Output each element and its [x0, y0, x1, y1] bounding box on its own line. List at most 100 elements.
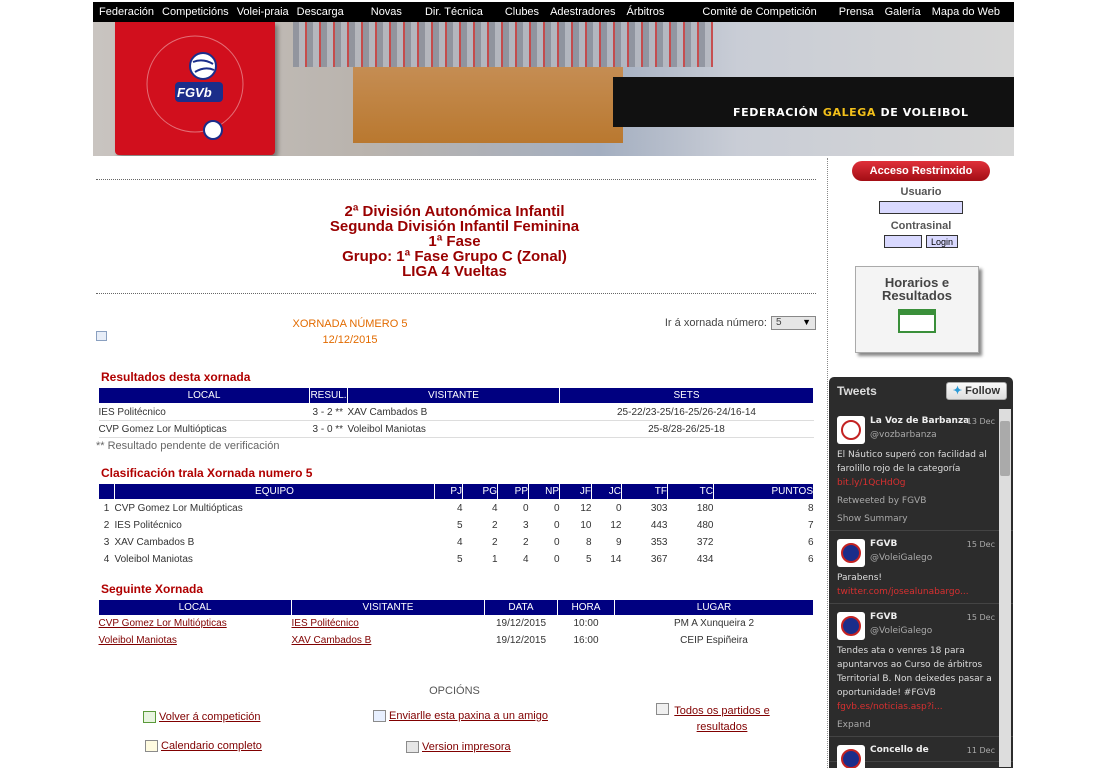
tweet-date[interactable]: 15 Dec [967, 538, 995, 552]
round-jump: Ir á xornada número: 5 ▼ [665, 316, 816, 330]
cell: 303 [650, 502, 668, 514]
cell-visitor: Voleibol Maniotas [347, 420, 560, 438]
team-link[interactable]: XAV Cambados B [292, 635, 372, 646]
tweet-handle[interactable]: @VoleiGalego [870, 551, 997, 565]
avatar[interactable] [837, 612, 865, 640]
schedules-results-button[interactable]: Horarios e Resultados [855, 266, 979, 353]
team-link[interactable]: Voleibol Maniotas [99, 635, 177, 646]
full-calendar[interactable]: Calendario completo [145, 740, 262, 752]
nav-item[interactable]: Árbitros [627, 6, 665, 18]
tweet-action[interactable]: Expand [837, 718, 997, 732]
team-link[interactable]: CVP Gomez Lor Multiópticas [99, 618, 227, 629]
nav-item[interactable]: Federación [99, 6, 154, 18]
banner-title-pre: FEDERACIÓN [733, 106, 819, 119]
cell: 2 [522, 536, 529, 548]
nav-item[interactable]: Galería [885, 6, 921, 18]
login-button[interactable]: Login [925, 235, 959, 248]
avatar[interactable] [837, 416, 865, 444]
cell-local: CVP Gomez Lor Multiópticas [98, 420, 310, 438]
round-info: XORNADA NÚMERO 5 12/12/2015 Ir á xornada… [93, 316, 816, 356]
password-input[interactable] [883, 235, 922, 248]
avatar[interactable] [837, 539, 865, 567]
tweet[interactable]: FGVB @VoleiGalego 15 Dec Parabens! twitter.c… [829, 531, 1013, 604]
tweet-handle[interactable]: @vozbarbanza [870, 428, 997, 442]
twitter-widget: Tweets ✦ Follow La Voz de Barbanza @vozba… [829, 377, 1013, 768]
heading-line: Segunda División Infantil Feminina [329, 218, 580, 235]
cell: CVP Gomez Lor Multiópticas [114, 502, 243, 514]
col-standings: PJ [434, 483, 463, 500]
chevron-down-icon[interactable]: ▼ [802, 317, 811, 327]
cell: 0 [522, 502, 529, 514]
nav-item[interactable]: Competicións [162, 6, 229, 18]
cell: 3 [522, 519, 529, 531]
cell-local: Voleibol Maniotas [99, 632, 292, 649]
col-standings: PG [462, 483, 498, 500]
all-matches-link[interactable]: Todos os partidos e resultados [672, 703, 772, 735]
cell-local: IES Politécnico [98, 403, 310, 421]
calendar-icon[interactable] [96, 331, 107, 341]
options-panel: OPCIÓNS Volver á competición Enviarlle e… [93, 685, 816, 753]
nav-item[interactable]: Adestradores [550, 6, 615, 18]
fgvb-logo[interactable]: FGVb [115, 22, 275, 155]
team-link[interactable]: IES Politécnico [292, 618, 359, 629]
nav-item[interactable]: Descarga [297, 6, 344, 18]
follow-label: Follow [965, 385, 1000, 397]
send-link[interactable]: Enviarlle esta paxina a un amigo [389, 710, 548, 722]
nav-item[interactable]: Clubes [505, 6, 539, 18]
tweet[interactable]: FGVB @VoleiGalego 15 Dec Tendes ata o venre… [829, 604, 1013, 737]
tweet-action[interactable]: Show Summary [837, 512, 997, 526]
nav-item[interactable]: Dir. Técnica [425, 6, 483, 18]
col-standings: TF [621, 483, 668, 500]
avatar-logo-icon [841, 543, 861, 563]
cell: 3 [103, 536, 110, 548]
print-version[interactable]: Version impresora [406, 741, 511, 753]
cell: 443 [650, 519, 668, 531]
back-to-competition[interactable]: Volver á competición [143, 711, 261, 723]
tweet-link[interactable]: bit.ly/1QcHdOg [837, 476, 997, 490]
cell: 14 [610, 553, 622, 565]
cell: 8 [807, 502, 814, 514]
feed-scrollbar[interactable] [999, 409, 1011, 767]
table-row: 1 CVP Gomez Lor Multiópticas 4 4 0 0 12 0 303 180… [99, 500, 814, 517]
all-matches[interactable]: Todos os partidos e resultados [656, 703, 772, 735]
username-label: Usuario [900, 186, 942, 198]
tweet-date[interactable]: 11 Dec [967, 744, 995, 758]
tweet-action[interactable]: Retweeted by FGVB [837, 494, 997, 508]
nav-item[interactable]: Comité de Competición [702, 6, 816, 18]
tweet[interactable]: La Voz de Barbanza @vozbarbanza 13 Dec El N… [829, 408, 1013, 531]
cell: 0 [615, 502, 622, 514]
cell: 6 [807, 553, 814, 565]
divider [96, 179, 816, 180]
nav-item[interactable]: Volei-praia [237, 6, 289, 18]
nav-item[interactable]: Novas [371, 6, 402, 18]
cell: 0 [553, 502, 560, 514]
nav-item[interactable]: Mapa do Web [932, 6, 1000, 18]
logo-abbr: FGVb [177, 85, 212, 100]
username-input[interactable] [879, 201, 963, 214]
banner-photo-court [353, 67, 623, 143]
login-box: Acceso Restrinxido Usuario Contrasinal L… [852, 161, 990, 248]
print-link[interactable]: Version impresora [422, 741, 511, 753]
col-standings: NP [528, 483, 560, 500]
heading-line: Grupo: 1ª Fase Grupo C (Zonal) [342, 248, 567, 265]
back-link[interactable]: Volver á competición [159, 711, 261, 723]
cell: 12 [610, 519, 622, 531]
cell-date: 19/12/2015 [495, 618, 547, 630]
tweet-handle[interactable]: @VoleiGalego [870, 624, 997, 638]
cell: 1 [103, 502, 110, 514]
scrollbar-thumb[interactable] [1000, 421, 1010, 476]
send-to-friend[interactable]: Enviarlle esta paxina a un amigo [373, 710, 548, 722]
follow-button[interactable]: ✦ Follow [945, 382, 1007, 400]
tweet-date[interactable]: 13 Dec [967, 415, 995, 429]
round-select[interactable]: 5 ▼ [771, 316, 816, 330]
tweet-link[interactable]: fgvb.es/noticias.asp?i... [837, 700, 997, 714]
tweet-date[interactable]: 15 Dec [967, 611, 995, 625]
tweet[interactable]: Concello de 11 Dec [829, 737, 1013, 768]
tweet-feed[interactable]: La Voz de Barbanza @vozbarbanza 13 Dec El N… [829, 408, 1013, 768]
banner-title-band [613, 77, 1014, 127]
col-standings: JC [591, 483, 622, 500]
tweet-link[interactable]: twitter.com/josealunabargo... [837, 585, 997, 599]
calendar-link[interactable]: Calendario completo [161, 740, 262, 752]
nav-item[interactable]: Prensa [839, 6, 874, 18]
avatar[interactable] [837, 745, 865, 768]
